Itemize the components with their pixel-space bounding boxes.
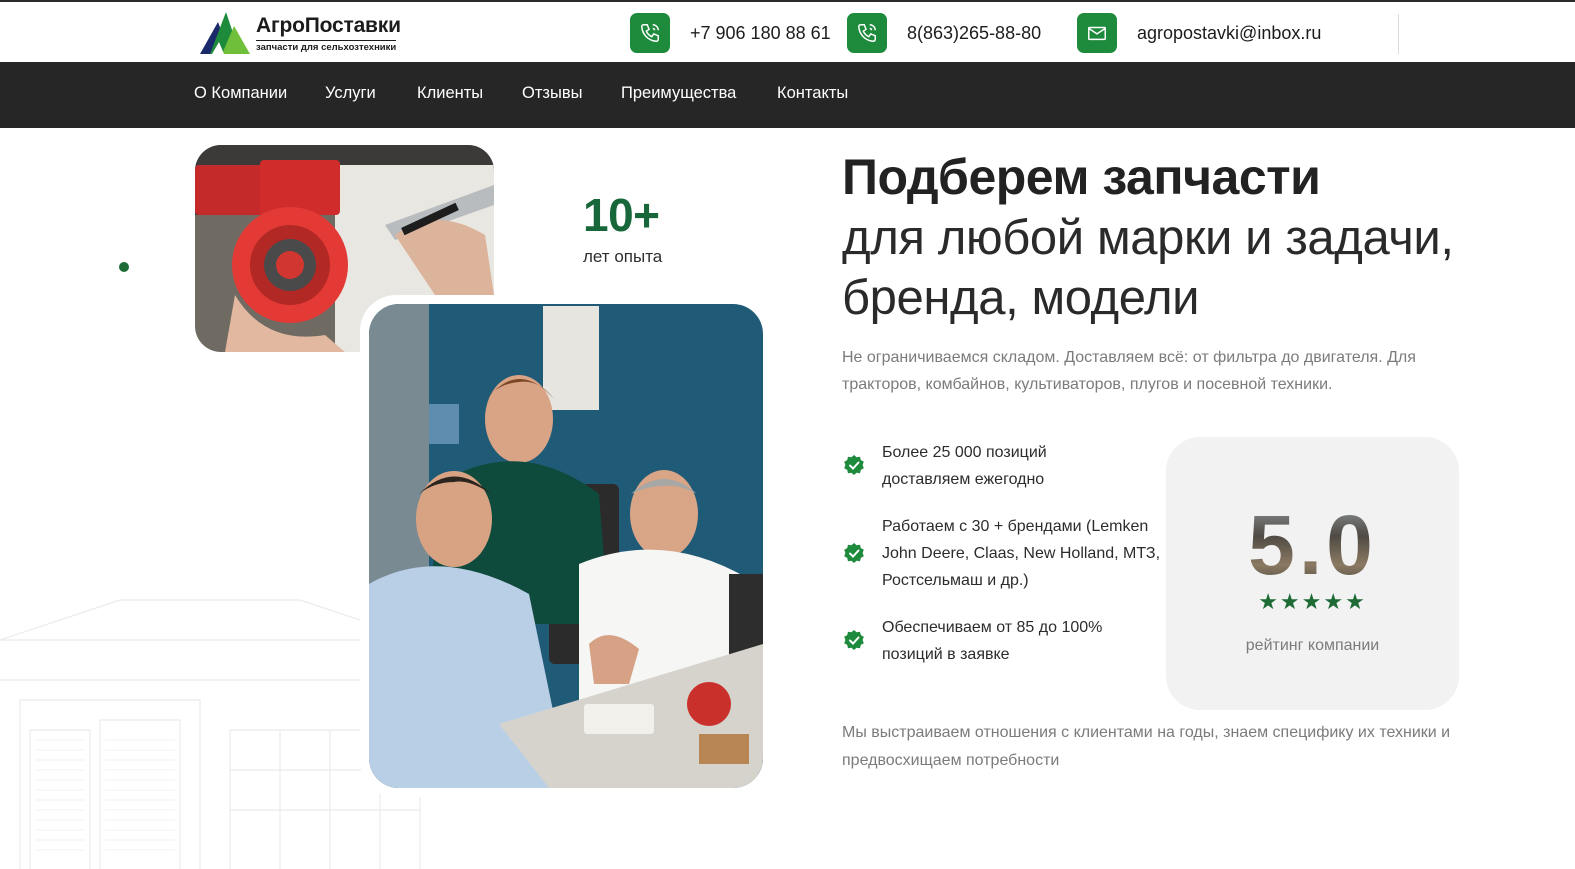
feature-item: Работаем с 30 + брендами (Lemken John De… — [842, 513, 1162, 594]
feature-text: Работаем с 30 + брендами (Lemken John De… — [882, 518, 1161, 589]
logo-subtitle: запчасти для сельхозтехники — [256, 40, 397, 53]
email-address[interactable]: agropostavki@inbox.ru — [1137, 23, 1321, 44]
page: АгроПоставки запчасти для сельхозтехники… — [0, 0, 1575, 869]
check-badge-icon — [844, 455, 864, 475]
rating-label: рейтинг компании — [1245, 637, 1380, 654]
phone-icon — [630, 13, 670, 53]
hero-lead: Не ограничиваемся складом. Доставляем вс… — [842, 349, 1416, 393]
hero-subtitle: для любой марки и задачи, бренда, модели — [842, 211, 1454, 325]
nav-item-reviews[interactable]: Отзывы — [522, 84, 582, 103]
phone-number-2[interactable]: 8(863)265-88-80 — [907, 23, 1041, 44]
logo[interactable]: АгроПоставки запчасти для сельхозтехники — [200, 12, 410, 56]
check-badge-icon — [844, 630, 864, 650]
feature-text: Более 25 000 позиций доставляем ежегодно — [882, 444, 1047, 488]
logo-mark-icon — [200, 12, 250, 54]
nav-item-contacts[interactable]: Контакты — [777, 84, 848, 103]
contact-email[interactable]: agropostavki@inbox.ru — [1077, 13, 1321, 53]
phone-icon — [847, 13, 887, 53]
photo-team-office — [369, 304, 763, 788]
nav-item-advantages[interactable]: Преимущества — [621, 84, 736, 103]
nav-item-services[interactable]: Услуги — [325, 84, 376, 103]
hero-bottom-text: Мы выстраиваем отношения с клиентами на … — [842, 724, 1451, 769]
contact-phone-1[interactable]: +7 906 180 88 61 — [630, 13, 831, 53]
feature-text: Обеспечиваем от 85 до 100% позиций в зая… — [882, 619, 1103, 663]
top-header: АгроПоставки запчасти для сельхозтехники… — [0, 0, 1575, 62]
feature-item: Более 25 000 позиций доставляем ежегодно — [842, 439, 1132, 493]
hero-title: Подберем запчасти — [842, 149, 1321, 205]
logo-title: АгроПоставки — [256, 14, 401, 37]
rating-card: 5.0 ★★★★★ рейтинг компании — [1166, 437, 1459, 710]
main-nav: О Компании Услуги Клиенты Отзывы Преимущ… — [0, 62, 1575, 128]
decorative-dot — [119, 262, 129, 272]
feature-item: Обеспечиваем от 85 до 100% позиций в зая… — [842, 614, 1142, 668]
years-experience-value: 10+ — [583, 189, 660, 241]
rating-value: 5.0 — [1166, 497, 1459, 594]
phone-number-1[interactable]: +7 906 180 88 61 — [690, 23, 831, 44]
nav-item-clients[interactable]: Клиенты — [417, 84, 483, 103]
check-badge-icon — [844, 542, 864, 563]
nav-item-company[interactable]: О Компании — [194, 84, 287, 103]
mail-icon — [1077, 13, 1117, 53]
years-experience-label: лет опыта — [583, 247, 663, 266]
contact-phone-2[interactable]: 8(863)265-88-80 — [847, 13, 1041, 53]
rating-stars-icon: ★★★★★ — [1258, 589, 1367, 614]
header-divider — [1398, 14, 1399, 54]
